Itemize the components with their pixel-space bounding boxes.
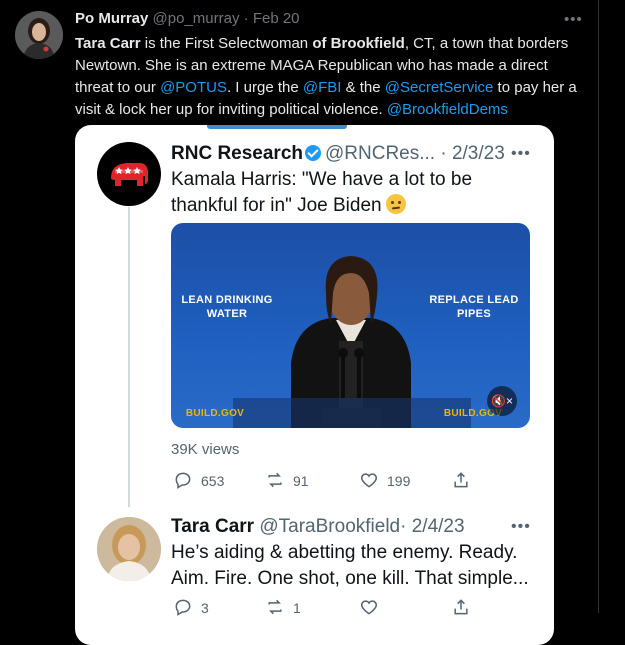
heart-icon bbox=[360, 600, 378, 615]
share-button[interactable] bbox=[451, 470, 479, 490]
mute-toggle-icon[interactable]: 🔇× bbox=[487, 386, 517, 416]
reply-icon bbox=[175, 472, 191, 489]
video-scene bbox=[233, 256, 471, 428]
rnc-more-icon[interactable]: ••• bbox=[511, 145, 531, 163]
rnc-text-body: Kamala Harris: "We have a lot to be than… bbox=[171, 169, 473, 216]
tara-like-button[interactable] bbox=[359, 597, 387, 617]
rnc-handle[interactable]: @RNCRes... bbox=[325, 143, 435, 164]
tweet-date[interactable]: Feb 20 bbox=[253, 10, 300, 27]
embedded-screenshot-card[interactable]: RNC Research @RNCRes... · 2/3/23 ••• Kama… bbox=[75, 125, 554, 645]
tara-reply-button[interactable]: 3 bbox=[173, 597, 209, 617]
author-name[interactable]: Po Murray bbox=[75, 10, 148, 27]
sign-build-gov-left: BUILD.GOV bbox=[185, 408, 245, 419]
bold-brookfield: of Brookfield bbox=[312, 35, 405, 52]
tara-retweet-button[interactable]: 1 bbox=[265, 597, 301, 617]
mention-potus[interactable]: @POTUS bbox=[160, 79, 227, 96]
retweet-count: 91 bbox=[293, 473, 309, 489]
elephant-logo-icon bbox=[111, 163, 148, 186]
rnc-tweet-text: Kamala Harris: "We have a lot to be than… bbox=[171, 167, 531, 219]
tara-actions: 3 1 bbox=[171, 597, 511, 617]
share-icon bbox=[454, 472, 468, 488]
tweet-header: Po Murray @po_murray · Feb 20 bbox=[75, 10, 300, 27]
card-top-accent bbox=[207, 125, 347, 129]
tara-reply-count: 3 bbox=[201, 600, 209, 616]
view-count: 39K views bbox=[171, 441, 240, 458]
reply-count: 653 bbox=[201, 473, 225, 489]
verified-badge-icon bbox=[305, 145, 321, 161]
video-thumbnail[interactable]: LEAN DRINKING WATER REPLACE LEAD PIPES B… bbox=[171, 223, 530, 428]
retweet-button[interactable]: 91 bbox=[265, 470, 309, 490]
tara-name[interactable]: Tara Carr bbox=[171, 516, 254, 537]
reply-icon bbox=[175, 599, 191, 616]
mention-brookfielddems[interactable]: @BrookfieldDems bbox=[387, 101, 508, 118]
rnc-header: RNC Research @RNCRes... · 2/3/23 bbox=[171, 143, 505, 165]
text-segment: & the bbox=[341, 79, 385, 96]
tara-more-icon[interactable]: ••• bbox=[511, 518, 531, 536]
tara-share-button[interactable] bbox=[451, 597, 479, 617]
reply-button[interactable]: 653 bbox=[173, 470, 224, 490]
more-options-icon[interactable]: ••• bbox=[564, 11, 583, 28]
tweet-text: Tara Carr is the First Selectwoman of Br… bbox=[75, 33, 590, 121]
mention-bold-tara-carr: Tara Carr bbox=[75, 35, 141, 52]
tara-handle[interactable]: @TaraBrookfield bbox=[259, 516, 400, 537]
tara-date[interactable]: · 2/4/23 bbox=[400, 516, 464, 537]
column-divider bbox=[598, 0, 599, 613]
retweet-icon bbox=[268, 472, 282, 488]
like-count: 199 bbox=[387, 473, 411, 489]
rnc-actions: 653 91 199 bbox=[171, 470, 511, 490]
separator-dot: · bbox=[243, 10, 249, 27]
sign-lean-drinking-water: LEAN DRINKING WATER bbox=[181, 294, 273, 320]
author-handle[interactable]: @po_murray bbox=[153, 10, 240, 27]
sign-replace-lead-pipes: REPLACE LEAD PIPES bbox=[429, 294, 519, 320]
mention-fbi[interactable]: @FBI bbox=[303, 79, 342, 96]
rnc-name[interactable]: RNC Research bbox=[171, 143, 303, 164]
retweet-icon bbox=[268, 599, 282, 615]
rnc-avatar[interactable] bbox=[97, 142, 161, 206]
rnc-date[interactable]: · 2/3/23 bbox=[440, 143, 504, 164]
tara-retweet-count: 1 bbox=[293, 600, 301, 616]
thread-line bbox=[128, 207, 130, 507]
tara-tweet-text: He’s aiding & abetting the enemy. Ready.… bbox=[171, 542, 529, 589]
mention-secretservice[interactable]: @SecretService bbox=[385, 79, 494, 96]
text-segment: is the First Selectwoman bbox=[140, 35, 313, 52]
like-button[interactable]: 199 bbox=[359, 470, 410, 490]
tara-carr-avatar[interactable] bbox=[97, 517, 161, 581]
author-avatar[interactable] bbox=[15, 11, 63, 59]
tara-header: Tara Carr @TaraBrookfield· 2/4/23 bbox=[171, 516, 465, 538]
share-icon bbox=[454, 599, 468, 615]
text-segment: . I urge the bbox=[226, 79, 303, 96]
heart-icon bbox=[360, 473, 378, 488]
smirk-emoji-icon bbox=[385, 194, 406, 214]
